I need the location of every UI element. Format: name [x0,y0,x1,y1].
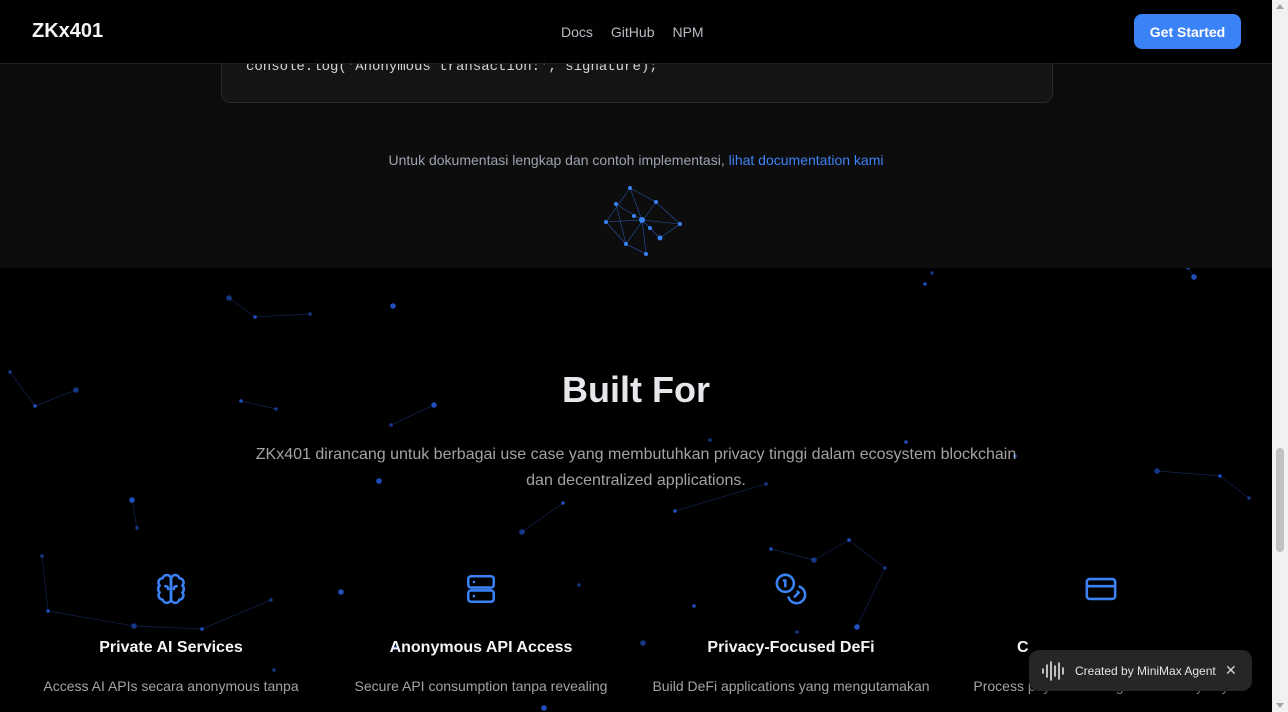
docs-note: Untuk dokumentasi lengkap dan contoh imp… [0,152,1272,168]
network-cluster-graphic [604,186,682,256]
card-title: Anonymous API Access [389,639,573,656]
documentation-link[interactable]: lihat documentation kami [729,152,884,168]
created-by-badge[interactable]: Created by MiniMax Agent ✕ [1029,650,1252,691]
section-subtitle: ZKx401 dirancang untuk berbagai use case… [255,446,1017,489]
use-case-card-defi: Privacy-Focused DeFi Build DeFi applicat… [646,572,936,694]
section-title: Built For [562,369,710,410]
card-title: Privacy-Focused DeFi [707,639,875,656]
card-title: Private AI Services [99,639,243,656]
coins-icon [775,573,807,605]
logo[interactable]: ZKx401 [32,20,103,43]
use-case-card-api-access: Anonymous API Access Secure API consumpt… [336,572,626,694]
scrollbar-thumb[interactable] [1276,448,1284,552]
brain-icon [156,573,186,605]
main-nav: Docs GitHub NPM [561,24,722,40]
server-icon [466,574,496,604]
nav-github[interactable]: GitHub [611,24,655,40]
get-started-button[interactable]: Get Started [1134,14,1241,49]
nav-npm[interactable]: NPM [672,24,703,40]
audio-wave-icon [1042,660,1064,681]
credit-card-icon [1085,577,1117,601]
nav-docs[interactable]: Docs [561,24,593,40]
use-case-card-private-ai: Private AI Services Access AI APIs secar… [26,572,316,694]
built-for-section: Built For ZKx401 dirancang untuk berbaga… [0,268,1272,712]
card-description: Access AI APIs secara anonymous tanpa [43,678,299,694]
scroll-down-arrow-icon[interactable] [1276,703,1284,708]
page-scrollbar[interactable] [1272,0,1288,712]
top-navigation-bar: ZKx401 Docs GitHub NPM Get Started [0,0,1272,64]
badge-label: Created by MiniMax Agent [1075,663,1216,678]
card-description: Build DeFi applications yang mengutamaka… [652,678,930,694]
card-description: Secure API consumption tanpa revealing [354,678,608,694]
close-icon[interactable]: ✕ [1225,662,1237,679]
scroll-up-arrow-icon[interactable] [1276,4,1284,9]
docs-note-text: Untuk dokumentasi lengkap dan contoh imp… [388,152,729,168]
